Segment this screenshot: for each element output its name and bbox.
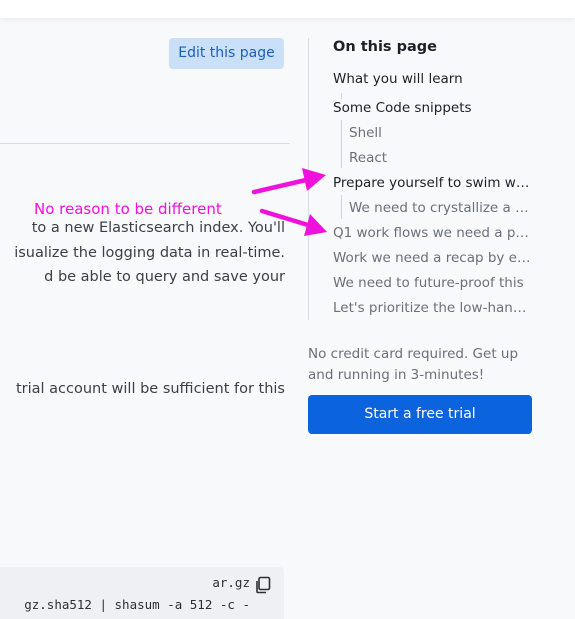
toc-item-low-hanging[interactable]: Let's prioritize the low-hangi…	[333, 298, 533, 318]
article-line: to a new Elasticsearch index. You'll	[31, 220, 285, 236]
toc-sub-rail	[341, 195, 342, 219]
copy-icon[interactable]	[254, 576, 272, 594]
content-divider	[0, 143, 290, 144]
arrow-icon	[251, 168, 326, 195]
article-line: trial account will be sufficient for thi…	[15, 381, 285, 397]
toc-item-some-code-snippets[interactable]: Some Code snippets	[333, 98, 533, 118]
toc-item-react[interactable]: React	[349, 148, 529, 168]
toc-item-q1-work-flows[interactable]: Q1 work flows we need a pa…	[333, 223, 533, 243]
toc-item-future-proof[interactable]: We need to future-proof this	[333, 273, 533, 293]
code-block: ar.gz gz.sha512 | shasum -a 512 -c -	[0, 567, 284, 619]
start-free-trial-button[interactable]: Start a free trial	[308, 395, 532, 434]
annotation-text: No reason to be different	[34, 200, 222, 218]
edit-page-button[interactable]: Edit this page	[169, 38, 284, 69]
toc-item-prepare-yourself[interactable]: Prepare yourself to swim wit…	[333, 173, 533, 193]
article-line: d be able to query and save your	[44, 269, 285, 285]
toc-item-shell[interactable]: Shell	[349, 123, 529, 143]
top-bar	[0, 0, 575, 18]
code-line: ar.gz	[212, 575, 250, 590]
article-line: isualize the logging data in real-time.	[14, 245, 285, 261]
toc-title: On this page	[333, 39, 437, 55]
toc-item-what-you-will-learn[interactable]: What you will learn	[333, 69, 533, 89]
toc-rail	[308, 38, 309, 320]
code-line: gz.sha512 | shasum -a 512 -c -	[24, 597, 250, 612]
toc-sub-rail	[341, 120, 342, 168]
toc-item-crystallize[interactable]: We need to crystallize a p…	[349, 198, 533, 218]
promo-text: No credit card required. Get up and runn…	[308, 346, 519, 383]
toc-item-recap-by-eod[interactable]: Work we need a recap by eod	[333, 248, 533, 268]
